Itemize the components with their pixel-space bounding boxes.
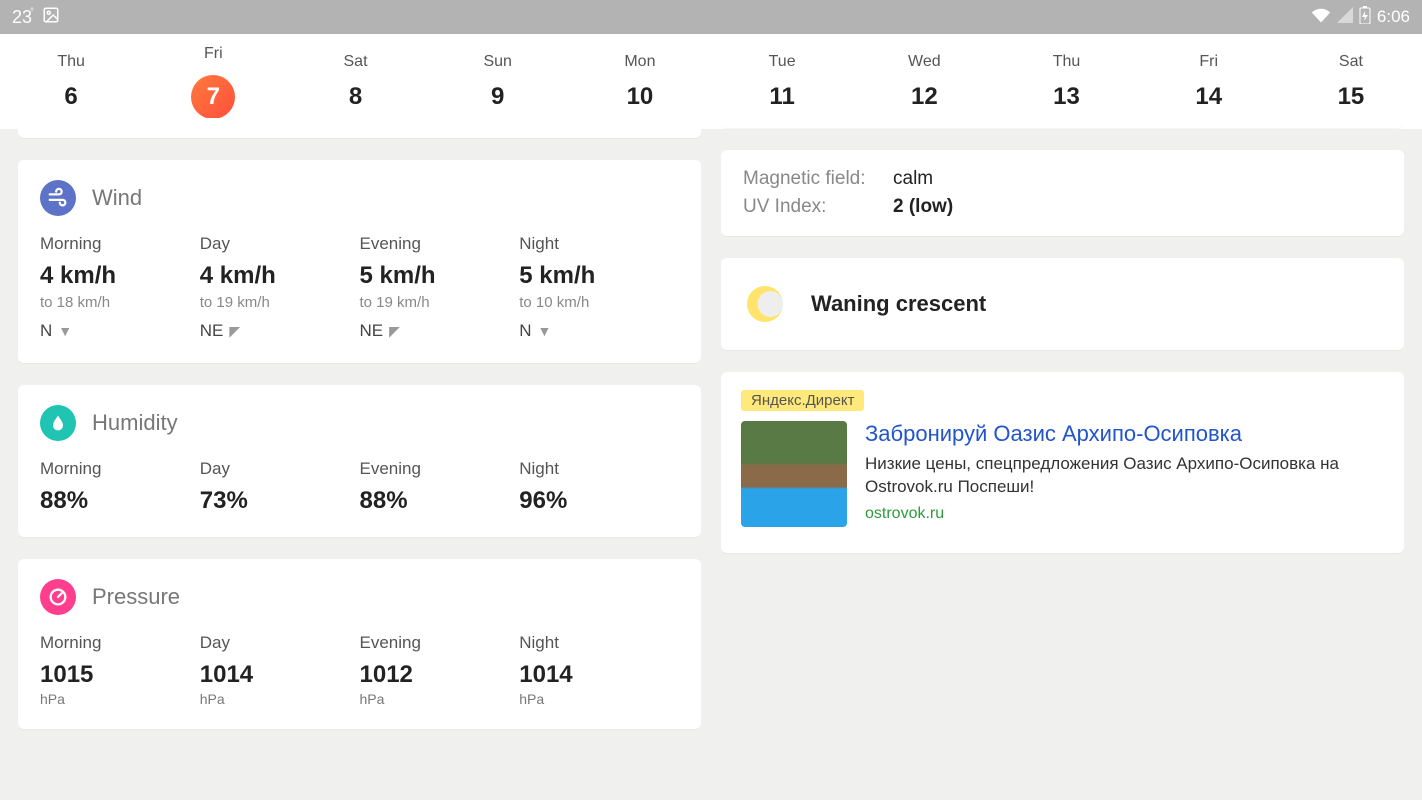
uv-value: 2 (low) (893, 196, 953, 218)
day-item-tue-11[interactable]: Tue 11 (711, 34, 853, 129)
previous-card-peek-right (721, 118, 1404, 128)
day-navigation: Thu 6 Fri 7 Sat 8 Sun 9 Mon 10 Tue 11 We… (0, 34, 1422, 130)
humidity-day: Day 73% (200, 459, 360, 515)
day-item-wed-12[interactable]: Wed 12 (853, 34, 995, 129)
wind-dir-arrow-icon: ▼ (538, 323, 552, 339)
wind-dir-arrow-icon: ◤ (229, 323, 240, 340)
image-icon (42, 6, 60, 29)
pressure-night: Night 1014 hPa (519, 633, 679, 707)
magnetic-value: calm (893, 168, 933, 190)
ad-provider-badge: Яндекс.Директ (741, 390, 864, 411)
moon-card: Waning crescent (721, 258, 1404, 350)
status-temp: 23° (12, 7, 34, 28)
humidity-title: Humidity (92, 410, 178, 436)
status-right: 6:06 (1311, 6, 1410, 29)
day-item-sat-15[interactable]: Sat 15 (1280, 34, 1422, 129)
wind-evening: Evening 5 km/h to 19 km/h NE◤ (360, 234, 520, 341)
wind-dir-arrow-icon: ◤ (389, 323, 400, 340)
previous-card-peek (18, 118, 701, 138)
battery-icon (1359, 6, 1371, 29)
day-item-thu-13[interactable]: Thu 13 (995, 34, 1137, 129)
uv-label: UV Index: (743, 196, 883, 218)
wind-icon (40, 180, 76, 216)
day-item-fri-14[interactable]: Fri 14 (1138, 34, 1280, 129)
wind-day: Day 4 km/h to 19 km/h NE◤ (200, 234, 360, 341)
humidity-night: Night 96% (519, 459, 679, 515)
moon-phase-label: Waning crescent (811, 291, 986, 317)
pressure-card: Pressure Morning 1015 hPa Day 1014 hPa E… (18, 559, 701, 729)
status-left: 23° (12, 6, 60, 29)
magnetic-label: Magnetic field: (743, 168, 883, 190)
ad-url[interactable]: ostrovok.ru (865, 505, 1384, 523)
ad-description: Низкие цены, спецпредложения Оазис Архип… (865, 453, 1384, 499)
ad-card[interactable]: Яндекс.Директ Забронируй Оазис Архипо-Ос… (721, 372, 1404, 553)
ad-title[interactable]: Забронируй Оазис Архипо-Осиповка (865, 421, 1384, 447)
day-item-sat-8[interactable]: Sat 8 (284, 34, 426, 129)
wind-night: Night 5 km/h to 10 km/h N▼ (519, 234, 679, 341)
pressure-evening: Evening 1012 hPa (360, 633, 520, 707)
pressure-icon (40, 579, 76, 615)
moon-phase-icon (747, 286, 783, 322)
day-item-mon-10[interactable]: Mon 10 (569, 34, 711, 129)
pressure-day: Day 1014 hPa (200, 633, 360, 707)
signal-icon (1337, 7, 1353, 28)
day-item-sun-9[interactable]: Sun 9 (427, 34, 569, 129)
day-item-thu-6[interactable]: Thu 6 (0, 34, 142, 129)
wind-dir-arrow-icon: ▼ (58, 323, 72, 339)
status-time: 6:06 (1377, 7, 1410, 27)
pressure-morning: Morning 1015 hPa (40, 633, 200, 707)
humidity-icon (40, 405, 76, 441)
info-card: Magnetic field: calm UV Index: 2 (low) (721, 150, 1404, 236)
status-bar: 23° 6:06 (0, 0, 1422, 34)
wind-morning: Morning 4 km/h to 18 km/h N▼ (40, 234, 200, 341)
wind-card: Wind Morning 4 km/h to 18 km/h N▼ Day 4 … (18, 160, 701, 363)
humidity-card: Humidity Morning 88% Day 73% Evening 88%… (18, 385, 701, 537)
wifi-icon (1311, 7, 1331, 28)
wind-title: Wind (92, 185, 142, 211)
ad-image (741, 421, 847, 527)
day-item-fri-7[interactable]: Fri 7 (142, 34, 284, 129)
humidity-evening: Evening 88% (360, 459, 520, 515)
humidity-morning: Morning 88% (40, 459, 200, 515)
pressure-title: Pressure (92, 584, 180, 610)
